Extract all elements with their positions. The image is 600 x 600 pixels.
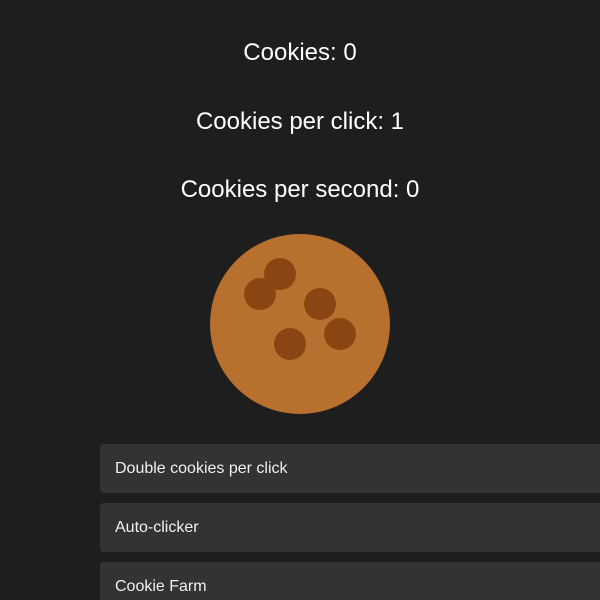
chocolate-chip [274, 328, 306, 360]
upgrade-label: Cookie Farm [115, 577, 207, 595]
chocolate-chip [244, 278, 276, 310]
cookie-count: Cookies: 0 [243, 39, 357, 66]
upgrade-label: Double cookies per click [115, 459, 288, 477]
cookie-icon [210, 234, 390, 414]
chocolate-chip [324, 318, 356, 350]
cookies-per-click: Cookies per click: 1 [195, 108, 405, 135]
cookies-per-second: Cookies per second: 0 [180, 176, 420, 203]
cookie-dough [210, 234, 390, 414]
upgrade-cookie-farm-button[interactable]: Cookie Farm [100, 562, 600, 600]
upgrade-label: Auto-clicker [115, 518, 199, 536]
upgrade-double-cookies-button[interactable]: Double cookies per click [100, 444, 600, 493]
chocolate-chip [304, 288, 336, 320]
upgrade-auto-clicker-button[interactable]: Auto-clicker [100, 503, 600, 552]
cookie-button[interactable] [210, 234, 390, 414]
